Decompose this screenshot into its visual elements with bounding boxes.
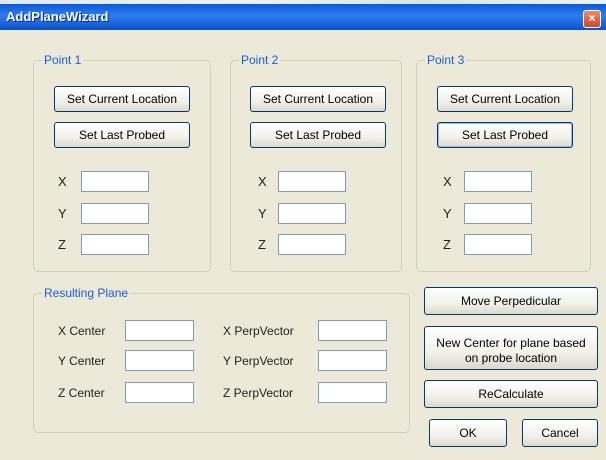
- x-perpvector-field[interactable]: [318, 320, 387, 341]
- z-center-field[interactable]: [125, 382, 194, 403]
- new-center-label-line2: on probe location: [464, 350, 558, 365]
- y-perpvector-label: Y PerpVector: [223, 354, 294, 368]
- point-2-x-label: X: [258, 174, 267, 189]
- close-icon: ×: [588, 11, 596, 25]
- z-center-label: Z Center: [58, 386, 105, 400]
- dialog-client-area: Point 1 Set Current Location Set Last Pr…: [0, 30, 606, 460]
- move-perpendicular-button[interactable]: Move Perpedicular: [424, 287, 598, 315]
- point-2-set-last-probed-button[interactable]: Set Last Probed: [250, 122, 386, 148]
- new-center-label-line1: New Center for plane based: [436, 335, 586, 350]
- point-3-set-last-probed-button[interactable]: Set Last Probed: [437, 122, 573, 148]
- point-3-z-label: Z: [443, 237, 451, 252]
- point-1-z-field[interactable]: [81, 234, 149, 255]
- resulting-plane-group: Resulting Plane X Center Y Center Z Cent…: [33, 286, 410, 433]
- point-3-x-field[interactable]: [464, 171, 532, 192]
- point-2-z-field[interactable]: [278, 234, 346, 255]
- title-bar[interactable]: AddPlaneWizard ×: [0, 4, 606, 30]
- point-3-z-field[interactable]: [464, 234, 532, 255]
- point-1-x-label: X: [58, 174, 67, 189]
- point-1-group: Point 1 Set Current Location Set Last Pr…: [33, 53, 211, 272]
- point-2-group: Point 2 Set Current Location Set Last Pr…: [230, 53, 402, 272]
- z-perpvector-field[interactable]: [318, 382, 387, 403]
- point-2-y-field[interactable]: [278, 203, 346, 224]
- ok-button[interactable]: OK: [429, 419, 507, 447]
- cancel-button[interactable]: Cancel: [522, 419, 598, 447]
- point-3-set-current-location-button[interactable]: Set Current Location: [437, 86, 573, 112]
- point-1-y-field[interactable]: [81, 203, 149, 224]
- point-1-z-label: Z: [58, 237, 66, 252]
- point-3-x-label: X: [443, 174, 452, 189]
- point-1-legend: Point 1: [42, 53, 84, 67]
- recalculate-button[interactable]: ReCalculate: [424, 380, 598, 408]
- point-3-legend: Point 3: [425, 53, 467, 67]
- point-3-y-label: Y: [443, 206, 452, 221]
- y-perpvector-field[interactable]: [318, 350, 387, 371]
- point-3-group: Point 3 Set Current Location Set Last Pr…: [416, 53, 591, 272]
- y-center-label: Y Center: [58, 354, 106, 368]
- x-center-field[interactable]: [125, 320, 194, 341]
- point-2-set-current-location-button[interactable]: Set Current Location: [250, 86, 386, 112]
- point-2-x-field[interactable]: [278, 171, 346, 192]
- z-perpvector-label: Z PerpVector: [223, 386, 294, 400]
- y-center-field[interactable]: [125, 350, 194, 371]
- x-perpvector-label: X PerpVector: [223, 324, 294, 338]
- resulting-plane-legend: Resulting Plane: [42, 286, 131, 300]
- x-center-label: X Center: [58, 324, 106, 338]
- point-1-set-last-probed-button[interactable]: Set Last Probed: [54, 122, 190, 148]
- point-1-x-field[interactable]: [81, 171, 149, 192]
- point-2-z-label: Z: [258, 237, 266, 252]
- point-1-set-current-location-button[interactable]: Set Current Location: [54, 86, 190, 112]
- point-2-legend: Point 2: [239, 53, 281, 67]
- new-center-button[interactable]: New Center for plane based on probe loca…: [424, 326, 598, 370]
- point-1-y-label: Y: [58, 206, 67, 221]
- window-title: AddPlaneWizard: [6, 9, 109, 24]
- point-3-y-field[interactable]: [464, 203, 532, 224]
- close-button[interactable]: ×: [583, 10, 601, 28]
- point-2-y-label: Y: [258, 206, 267, 221]
